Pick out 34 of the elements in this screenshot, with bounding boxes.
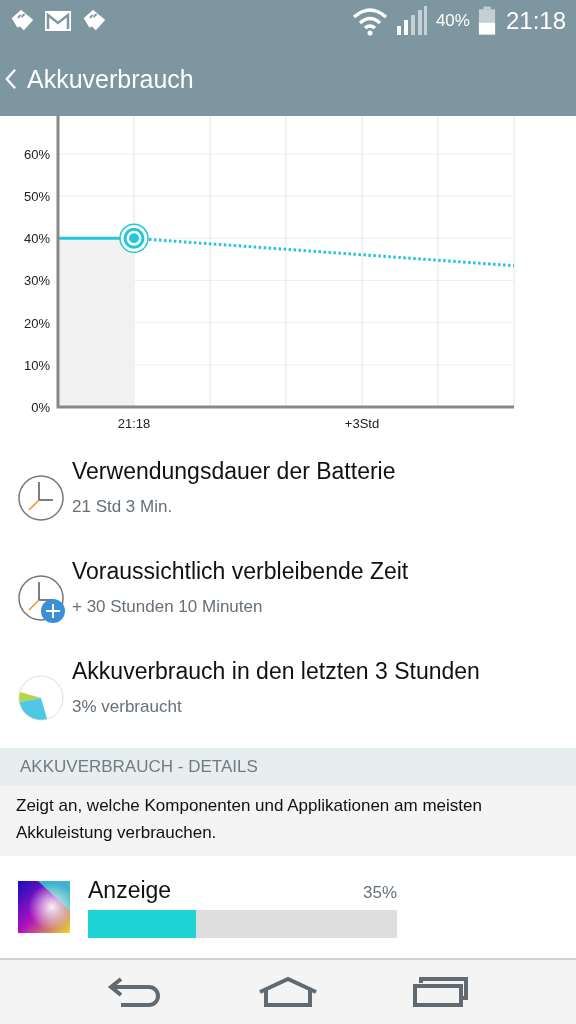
axis-label: +3Std [344, 416, 380, 431]
recent-apps-icon [413, 977, 469, 1007]
back-icon [4, 68, 17, 90]
usage-percentage: 35% [362, 882, 397, 903]
item-title: Verwendungsdauer der Batterie [72, 458, 396, 485]
battery-percentage: 40% [435, 11, 470, 31]
clock-icon [17, 474, 65, 522]
clock-time: 21:18 [505, 7, 566, 35]
usage-name: Anzeige [88, 876, 172, 904]
axis-label: 10% [23, 357, 50, 373]
section-header: AKKUVERBRAUCH - DETAILS [0, 748, 576, 786]
wifi-icon [351, 6, 388, 36]
axis-label: 21:18 [117, 416, 151, 431]
item-value: 21 Std 3 Min. [72, 497, 174, 517]
home-icon [257, 976, 319, 1008]
item-value: 3% verbraucht [72, 697, 183, 717]
item-title: Voraussichtlich verbleibende Zeit [72, 558, 409, 585]
axis-label: 60% [23, 146, 50, 162]
item-value: + 30 Stunden 10 Minuten [72, 597, 264, 617]
axis-label: 0% [31, 400, 50, 415]
battery-icon [477, 6, 496, 36]
axis-label: 30% [23, 273, 50, 289]
axis-label: 20% [23, 315, 50, 331]
data-point [119, 223, 149, 254]
signal-icon [395, 6, 428, 36]
back-icon [107, 975, 163, 1009]
axis-label: 40% [23, 231, 50, 247]
axis-label: 50% [23, 189, 50, 205]
item-title: Akkuverbrauch in den letzten 3 Stunden [72, 658, 480, 685]
mail-icon [44, 9, 72, 33]
pie-chart-icon [17, 674, 65, 722]
usage-item[interactable]: Anzeige 35% [0, 856, 576, 958]
section-description: Zeigt an, welche Komponenten und Applikationen am meisten Akkuleistung verbrauchen. [0, 786, 576, 856]
clock-plus-icon [17, 574, 67, 624]
